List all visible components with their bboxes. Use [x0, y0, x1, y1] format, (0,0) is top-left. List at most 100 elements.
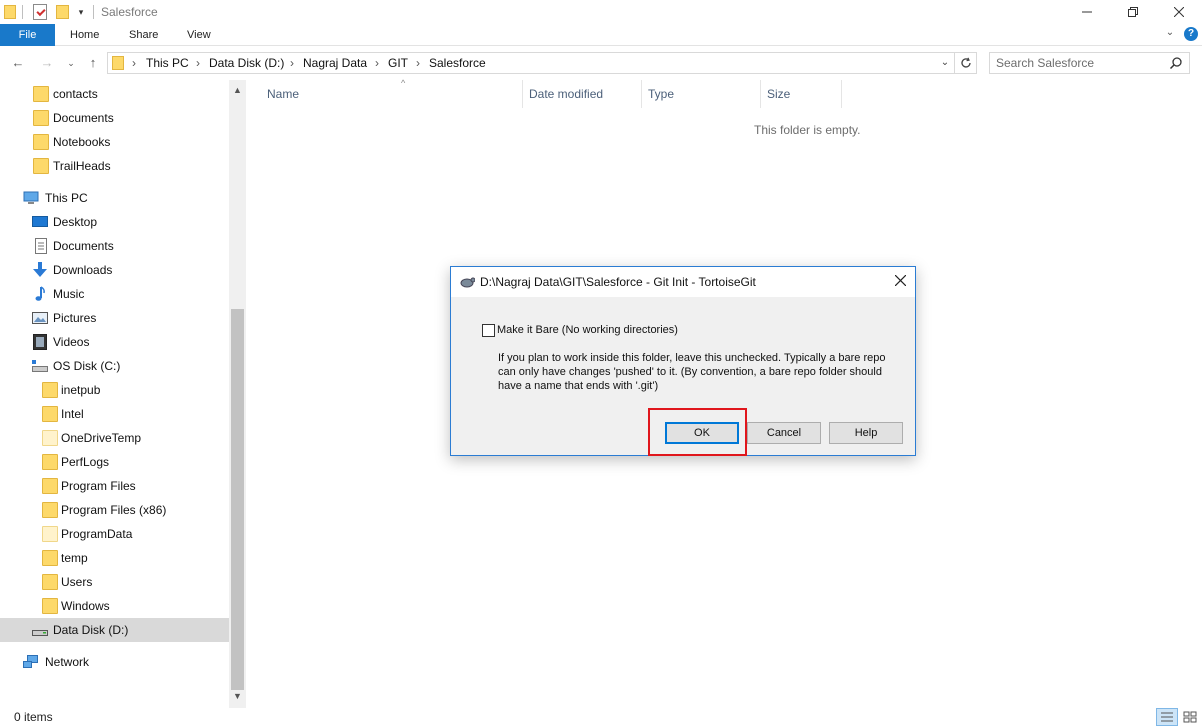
nav-item-contacts[interactable]: contacts — [0, 82, 229, 106]
help-icon[interactable]: ? — [1184, 27, 1198, 41]
nav-item-videos[interactable]: Videos — [0, 330, 229, 354]
drive-icon — [32, 622, 48, 638]
search-input[interactable] — [996, 55, 1166, 71]
tab-view[interactable]: View — [187, 24, 211, 46]
address-bar[interactable]: › This PC › Data Disk (D:) › Nagraj Data… — [107, 52, 955, 74]
search-icon[interactable] — [1169, 56, 1183, 70]
nav-item-trailheads[interactable]: TrailHeads — [0, 154, 229, 178]
nav-item-intel[interactable]: Intel — [0, 402, 229, 426]
scrollbar-thumb[interactable] — [231, 309, 244, 690]
nav-item-label: Notebooks — [53, 135, 111, 149]
tab-home[interactable]: Home — [70, 24, 99, 46]
nav-item-label: Intel — [61, 407, 84, 421]
large-icons-view-button[interactable] — [1179, 708, 1201, 726]
desktop-icon — [32, 214, 48, 230]
videos-icon — [32, 334, 48, 350]
breadcrumb-separator[interactable]: › — [416, 56, 420, 70]
folder-icon — [42, 502, 58, 518]
ribbon-expand-icon[interactable]: ⌄ — [1164, 27, 1176, 41]
breadcrumb-this-pc[interactable]: This PC — [146, 56, 189, 70]
nav-item-this-pc[interactable]: This PC — [0, 186, 229, 210]
properties-icon[interactable] — [33, 4, 47, 20]
nav-item-inetpub[interactable]: inetpub — [0, 378, 229, 402]
divider — [22, 5, 23, 19]
column-header-type[interactable]: Type — [642, 80, 761, 108]
nav-item-label: Videos — [53, 335, 90, 349]
ok-button-highlight — [648, 408, 747, 456]
nav-item-program-files-x86[interactable]: Program Files (x86) — [0, 498, 229, 522]
tab-share[interactable]: Share — [129, 24, 158, 46]
column-header-size[interactable]: Size — [761, 80, 842, 108]
tab-file[interactable]: File — [0, 24, 55, 46]
breadcrumb-salesforce[interactable]: Salesforce — [429, 56, 486, 70]
nav-item-downloads[interactable]: Downloads — [0, 258, 229, 282]
back-arrow-icon[interactable]: ← — [10, 54, 26, 72]
nav-item-windows[interactable]: Windows — [0, 594, 229, 618]
make-bare-label[interactable]: Make it Bare (No working directories) — [497, 324, 678, 336]
nav-item-label: Downloads — [53, 263, 113, 277]
forward-arrow-icon[interactable]: → — [39, 54, 55, 72]
search-box[interactable] — [989, 52, 1190, 74]
nav-item-onedrivetemp[interactable]: OneDriveTemp — [0, 426, 229, 450]
nav-item-temp[interactable]: temp — [0, 546, 229, 570]
nav-item-label: Data Disk (D:) — [53, 623, 129, 637]
folder-icon — [33, 110, 49, 126]
nav-item-documents-lib[interactable]: Documents — [0, 234, 229, 258]
nav-item-label: ProgramData — [61, 527, 133, 541]
breadcrumb-nagraj-data[interactable]: Nagraj Data — [303, 56, 367, 70]
nav-item-notebooks[interactable]: Notebooks — [0, 130, 229, 154]
nav-item-music[interactable]: Music — [0, 282, 229, 306]
nav-item-documents[interactable]: Documents — [0, 106, 229, 130]
nav-item-label: OS Disk (C:) — [53, 359, 121, 373]
nav-item-users[interactable]: Users — [0, 570, 229, 594]
folder-icon — [42, 382, 58, 398]
breadcrumb-data-disk[interactable]: Data Disk (D:) — [209, 56, 284, 70]
quick-access-dropdown-icon[interactable]: ▾ — [76, 6, 86, 18]
folder-icon — [33, 86, 49, 102]
restore-icon — [1128, 7, 1138, 17]
folder-icon — [42, 526, 58, 542]
breadcrumb-separator[interactable]: › — [290, 56, 294, 70]
dialog-close-button[interactable] — [885, 267, 915, 297]
column-header-name[interactable]: Name ^ — [261, 78, 523, 108]
breadcrumb-separator[interactable]: › — [375, 56, 379, 70]
recent-locations-icon[interactable]: ⌄ — [65, 54, 77, 72]
close-button[interactable] — [1156, 0, 1202, 24]
refresh-button[interactable] — [955, 52, 977, 74]
nav-item-label: This PC — [45, 191, 88, 205]
nav-item-label: TrailHeads — [53, 159, 111, 173]
minimize-button[interactable] — [1064, 0, 1110, 24]
nav-item-desktop[interactable]: Desktop — [0, 210, 229, 234]
nav-pane-scrollbar[interactable]: ▲ ▼ — [229, 80, 246, 708]
nav-item-data-disk[interactable]: Data Disk (D:) — [0, 618, 229, 642]
empty-folder-message: This folder is empty. — [754, 123, 861, 137]
restore-button[interactable] — [1110, 0, 1156, 24]
nav-item-program-files[interactable]: Program Files — [0, 474, 229, 498]
make-bare-checkbox[interactable] — [482, 324, 495, 337]
minimize-icon — [1082, 11, 1092, 13]
breadcrumb-git[interactable]: GIT — [388, 56, 408, 70]
scroll-down-icon[interactable]: ▼ — [229, 688, 246, 705]
nav-item-os-disk[interactable]: OS Disk (C:) — [0, 354, 229, 378]
folder-icon — [42, 550, 58, 566]
sort-ascending-icon: ^ — [401, 78, 406, 88]
address-dropdown-icon[interactable]: ⌄ — [938, 54, 952, 72]
breadcrumb-separator[interactable]: › — [196, 56, 200, 70]
help-button[interactable]: Help — [829, 422, 903, 444]
nav-item-perflogs[interactable]: PerfLogs — [0, 450, 229, 474]
up-arrow-icon[interactable]: ↑ — [84, 54, 102, 72]
column-header-date-modified[interactable]: Date modified — [522, 80, 642, 108]
nav-item-programdata[interactable]: ProgramData — [0, 522, 229, 546]
nav-item-label: PerfLogs — [61, 455, 110, 469]
close-icon — [1174, 7, 1184, 17]
nav-item-pictures[interactable]: Pictures — [0, 306, 229, 330]
scroll-up-icon[interactable]: ▲ — [229, 82, 246, 99]
details-view-button[interactable] — [1156, 708, 1178, 726]
breadcrumb-separator[interactable]: › — [132, 56, 136, 70]
cancel-button[interactable]: Cancel — [747, 422, 821, 444]
pictures-icon — [32, 310, 48, 326]
nav-item-label: Users — [61, 575, 93, 589]
nav-item-network[interactable]: Network — [0, 650, 229, 674]
new-folder-icon[interactable] — [56, 5, 69, 19]
details-view-icon — [1161, 712, 1173, 722]
